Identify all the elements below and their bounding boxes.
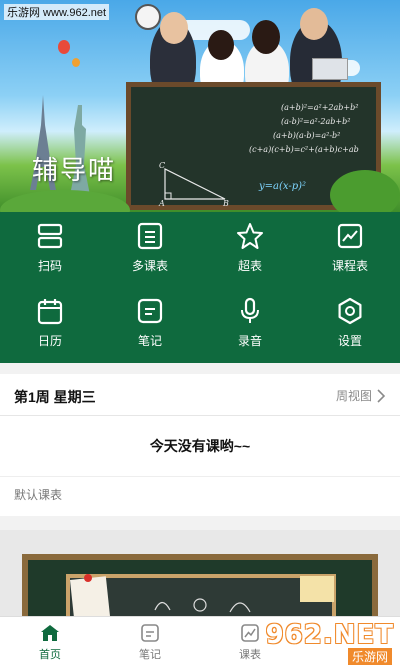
multi-schedule-icon [137, 222, 163, 250]
menu-item-super-table[interactable]: 超表 [200, 212, 300, 287]
chevron-right-icon [377, 388, 386, 403]
menu-item-recording[interactable]: 录音 [200, 287, 300, 362]
student-face [300, 8, 328, 40]
menu-item-label: 日历 [37, 334, 62, 348]
soccer-ball-icon [135, 4, 161, 30]
paper-note [70, 576, 110, 616]
site-watermark: 962.NET 乐游网 [244, 618, 394, 665]
watermark-logo-text: 962.NET [265, 620, 394, 650]
student-face [208, 30, 234, 60]
balloon [72, 58, 80, 67]
today-schedule: 今天没有课哟~~ [0, 416, 400, 476]
settings-icon [338, 297, 362, 325]
home-icon [41, 625, 59, 641]
sticky-note [300, 576, 334, 602]
menu-item-label: 录音 [237, 334, 262, 348]
star-icon [237, 223, 263, 249]
calendar-icon [37, 299, 63, 325]
scan-icon [37, 223, 63, 249]
week-view-label: 周视图 [335, 389, 372, 403]
note-icon [137, 298, 163, 324]
watermark-site-name: 乐游网 [347, 648, 392, 665]
menu-item-multi-schedule[interactable]: 多课表 [100, 212, 200, 287]
note-icon [141, 624, 159, 642]
grass [0, 190, 130, 212]
menu-item-label: 设置 [337, 334, 362, 348]
balloon [58, 40, 70, 54]
week-header: 第1周 星期三 周视图 [0, 374, 400, 416]
triangle-label: A [159, 199, 165, 208]
function-menu: 扫码 多课表 超表 课程表 日历 笔记 录音 设置 [0, 212, 400, 363]
tab-label: 首页 [39, 649, 61, 661]
banner-image: 辅导喵 (a+b)²=a²+2ab+b² (a-b)²=a²-2ab+b² (a… [0, 0, 400, 212]
menu-item-label: 多课表 [131, 259, 168, 273]
watermark-text: 乐游网 www.962.net [4, 4, 110, 20]
promo-image [0, 530, 400, 616]
triangle-label: C [159, 161, 166, 170]
microphone-icon [241, 297, 259, 323]
default-schedule-row[interactable]: 默认课表 [0, 476, 400, 516]
formula-text: (c+a)(c+b)=c²+(a+b)c+ab [249, 145, 359, 154]
formula-text: y=a(x-p)² [259, 181, 307, 192]
plant [330, 170, 400, 212]
triangle-drawing [164, 168, 226, 200]
laptop-icon [312, 58, 348, 80]
menu-item-notes[interactable]: 笔记 [100, 287, 200, 362]
triangle-label: B [223, 199, 229, 208]
formula-text: (a-b)²=a²-2ab+b² [281, 117, 351, 126]
empty-message: 今天没有课哟~~ [149, 438, 251, 454]
week-title: 第1周 星期三 [14, 389, 96, 405]
tab-label: 笔记 [139, 649, 161, 661]
default-schedule-label: 默认课表 [14, 488, 63, 502]
chalk-doodles [154, 598, 251, 613]
tab-home[interactable]: 首页 [0, 617, 100, 666]
menu-item-label: 扫码 [37, 259, 62, 273]
menu-item-course-table[interactable]: 课程表 [300, 212, 400, 287]
formula-text: (a+b)(a-b)=a²-b² [273, 131, 341, 140]
pin-icon [84, 574, 92, 582]
menu-item-settings[interactable]: 设置 [300, 287, 400, 362]
week-view-link[interactable]: 周视图 [336, 387, 386, 404]
menu-item-label: 超表 [237, 259, 262, 273]
tab-notes[interactable]: 笔记 [100, 617, 200, 666]
menu-item-label: 笔记 [137, 334, 162, 348]
student-face [160, 12, 188, 44]
app-title: 辅导喵 [32, 155, 117, 185]
student-face [252, 20, 280, 54]
formula-text: (a+b)²=a²+2ab+b² [281, 103, 359, 112]
menu-item-scan[interactable]: 扫码 [0, 212, 100, 287]
menu-item-calendar[interactable]: 日历 [0, 287, 100, 362]
chart-icon [337, 223, 363, 249]
menu-item-label: 课程表 [331, 259, 368, 273]
